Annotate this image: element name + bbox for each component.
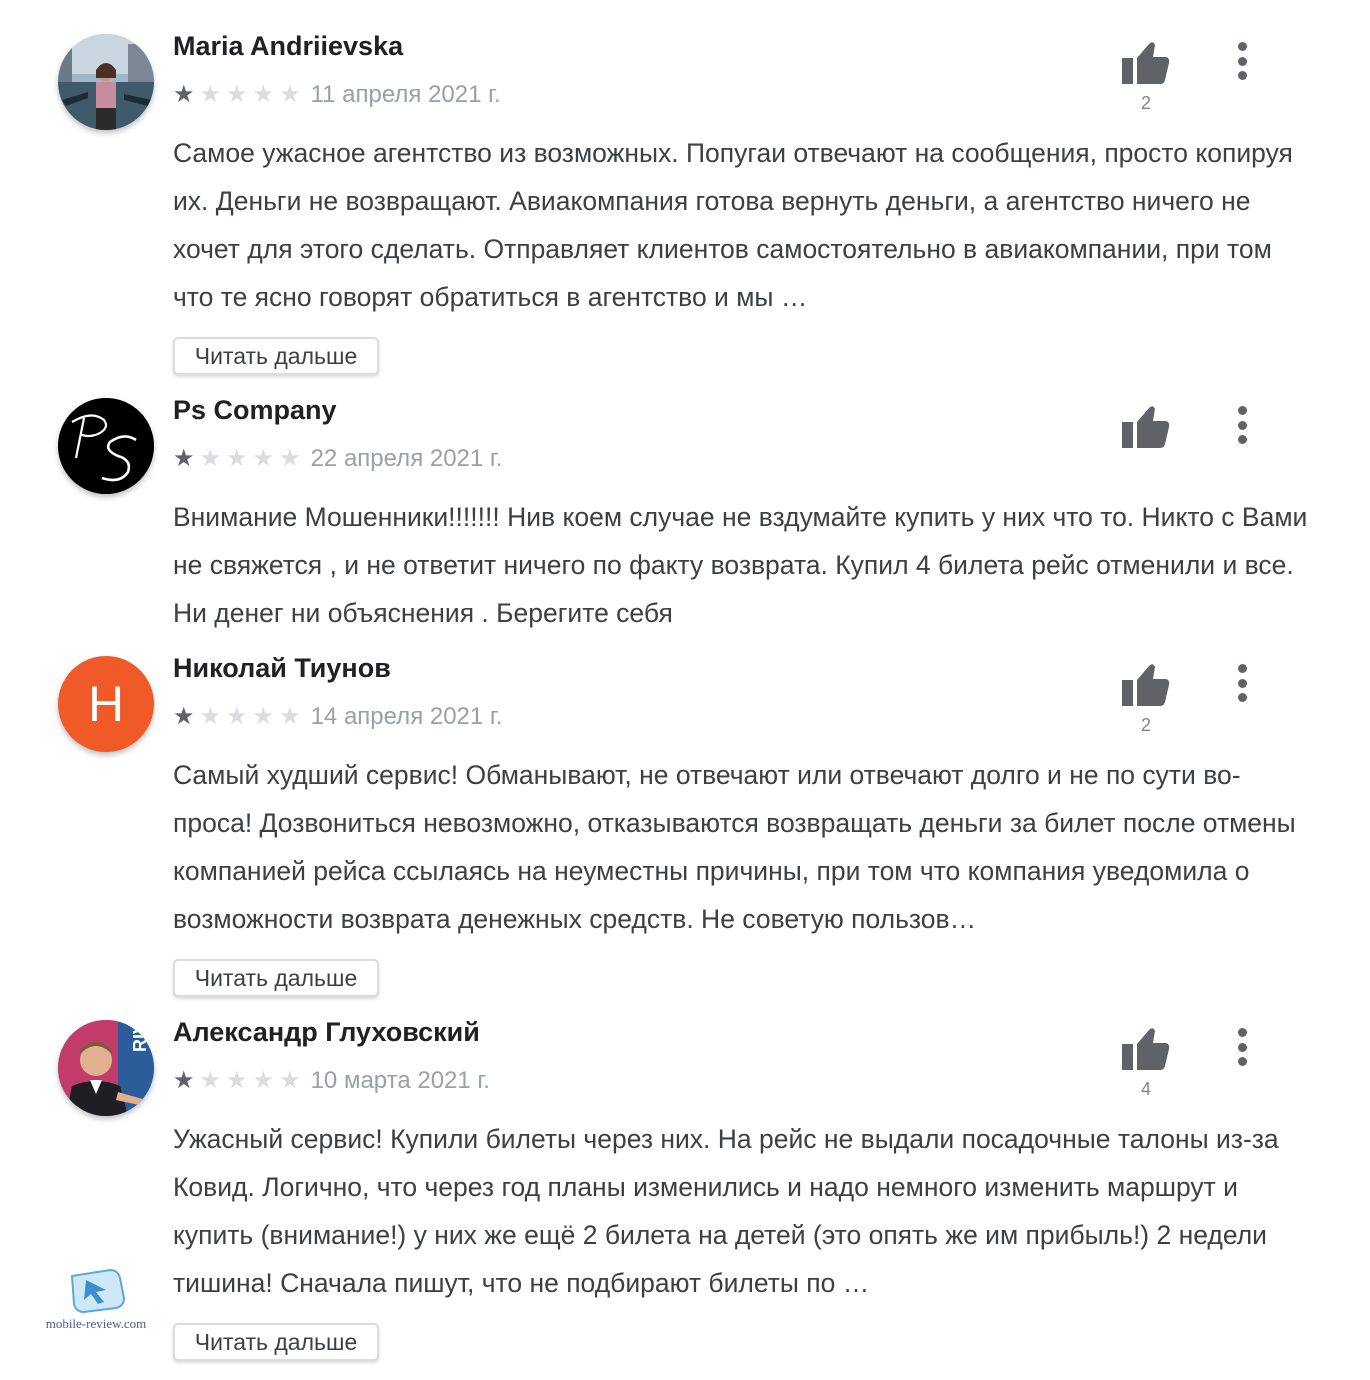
- star-icon: ★: [252, 1067, 275, 1094]
- mobile-review-logo-icon: [70, 1268, 126, 1314]
- ps-logo-icon: [58, 398, 154, 494]
- watermark: mobile-review.com: [42, 1268, 150, 1340]
- review-date: 11 апреля 2021 г.: [310, 81, 501, 108]
- avatar[interactable]: [58, 398, 154, 494]
- thumb-up-icon[interactable]: [1122, 40, 1170, 84]
- star-icon: ★: [173, 81, 195, 108]
- star-icon: ★: [226, 445, 248, 472]
- rating-row: ★ ★ ★ ★ ★ 22 апреля 2021 г.: [173, 444, 502, 474]
- star-icon: ★: [226, 703, 248, 730]
- read-more-button[interactable]: Читать дальше: [173, 1323, 379, 1361]
- avatar[interactable]: RIVE: [58, 1020, 154, 1116]
- review-text: Внимание Мошенники!!!!!!! Нив коем случа…: [173, 502, 1308, 628]
- read-more-button[interactable]: Читать дальше: [173, 959, 379, 997]
- star-icon: ★: [199, 445, 222, 472]
- star-icon: ★: [199, 81, 222, 108]
- star-rating: ★ ★ ★ ★ ★: [173, 83, 301, 107]
- star-icon: ★: [279, 445, 301, 472]
- like-count: 2: [1140, 715, 1151, 735]
- rating-row: ★ ★ ★ ★ ★ 11 апреля 2021 г.: [173, 80, 501, 110]
- more-vert-icon[interactable]: [1230, 1028, 1254, 1066]
- star-icon: ★: [173, 445, 195, 472]
- star-rating: ★ ★ ★ ★ ★: [173, 705, 301, 729]
- star-icon: ★: [252, 81, 275, 108]
- more-vert-icon[interactable]: [1230, 406, 1254, 444]
- star-icon: ★: [173, 703, 195, 730]
- reviewer-name: Александр Глуховский: [173, 1017, 480, 1047]
- watermark-text: mobile-review.com: [45, 1316, 147, 1331]
- star-rating: ★ ★ ★ ★ ★: [173, 1069, 301, 1093]
- read-more-button[interactable]: Читать дальше: [173, 337, 379, 375]
- thumb-up-icon[interactable]: [1122, 1026, 1170, 1070]
- reviewer-name: Николай Тиунов: [173, 653, 391, 683]
- star-icon: ★: [279, 1067, 301, 1094]
- star-icon: ★: [199, 703, 222, 730]
- avatar-photo: RIVE: [58, 1020, 154, 1116]
- rating-row: ★ ★ ★ ★ ★ 14 апреля 2021 г.: [173, 702, 502, 732]
- avatar-photo: [58, 34, 154, 130]
- thumb-up-icon[interactable]: [1122, 404, 1170, 448]
- avatar-photo-caption: RIVE: [130, 1020, 150, 1052]
- star-icon: ★: [252, 445, 275, 472]
- review-text: Самый худший сервис! Обманывают, не отве…: [173, 760, 1296, 934]
- avatar-letter: Н: [87, 676, 125, 732]
- reviewer-name: Maria Andriievska: [173, 31, 404, 61]
- star-icon: ★: [226, 1067, 248, 1094]
- review-date: 10 марта 2021 г.: [310, 1067, 490, 1094]
- like-count: 4: [1140, 1079, 1151, 1099]
- star-icon: ★: [279, 703, 301, 730]
- review-date: 22 апреля 2021 г.: [310, 445, 503, 472]
- thumb-up-icon[interactable]: [1122, 662, 1170, 706]
- star-icon: ★: [279, 81, 301, 108]
- star-icon: ★: [252, 703, 275, 730]
- review-text: Ужасный сервис! Купили билеты через них.…: [173, 1124, 1279, 1298]
- more-vert-icon[interactable]: [1230, 42, 1254, 80]
- star-icon: ★: [173, 1067, 195, 1094]
- star-icon: ★: [226, 81, 248, 108]
- like-count: 2: [1140, 93, 1151, 113]
- star-icon: ★: [199, 1067, 222, 1094]
- avatar[interactable]: Н: [58, 656, 154, 752]
- rating-row: ★ ★ ★ ★ ★ 10 марта 2021 г.: [173, 1066, 490, 1096]
- more-vert-icon[interactable]: [1230, 664, 1254, 702]
- reviewer-name: Ps Company: [173, 395, 337, 425]
- avatar[interactable]: [58, 34, 154, 130]
- review-text: Самое ужасное агентство из возможных. По…: [173, 138, 1293, 312]
- review-date: 14 апреля 2021 г.: [310, 703, 503, 730]
- star-rating: ★ ★ ★ ★ ★: [173, 447, 301, 471]
